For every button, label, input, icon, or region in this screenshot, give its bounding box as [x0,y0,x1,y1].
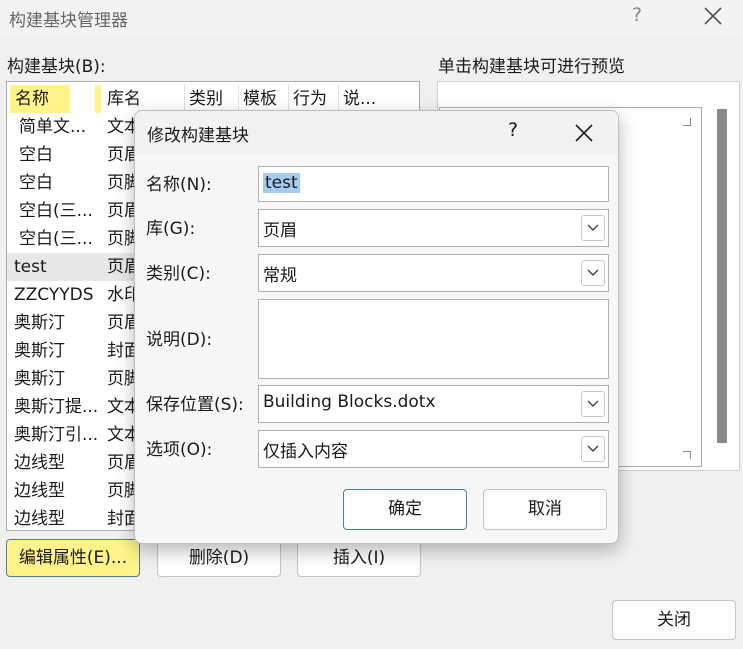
close-button[interactable]: 关闭 [612,600,736,640]
item-name: 边线型 [14,481,65,501]
item-name: 奥斯汀 [14,369,65,389]
item-name: 空白(三... [19,201,93,221]
close-icon[interactable] [573,122,595,144]
item-name: 奥斯汀引... [14,425,99,445]
ok-button[interactable]: 确定 [343,489,467,530]
item-name: ZZCYYDS [14,285,94,305]
item-name: 简单文... [19,117,87,137]
page-corner-mark [683,118,691,126]
close-icon[interactable] [700,3,726,29]
building-blocks-label: 构建基块(B): [7,57,106,77]
item-name: 奥斯汀 [14,341,65,361]
cancel-button[interactable]: 取消 [483,489,607,530]
save-location-select[interactable]: Building Blocks.dotx [258,385,609,423]
chevron-down-icon[interactable] [581,391,605,417]
column-header-name[interactable]: 名称 [10,85,70,113]
item-name: 奥斯汀 [14,313,65,333]
options-label: 选项(O): [146,440,213,460]
main-dialog-title: 构建基块管理器 [9,11,128,31]
chevron-down-icon[interactable] [581,215,605,241]
column-header-description[interactable]: 说... [341,85,377,113]
name-label: 名称(N): [146,175,212,195]
save-location-label: 保存位置(S): [146,395,244,415]
column-header-gallery[interactable]: 库名 [105,85,185,113]
item-name: 空白 [19,145,53,165]
save-location-value: Building Blocks.dotx [263,392,436,412]
gallery-select[interactable]: 页眉 [258,209,609,247]
modify-building-block-dialog: 修改构建基块 ? 名称(N): test 库(G): 页眉 类别(C): 常规 … [134,110,619,544]
modify-dialog-title: 修改构建基块 [147,126,249,146]
category-label: 类别(C): [146,264,211,284]
description-label: 说明(D): [146,330,213,350]
help-button[interactable]: ? [632,4,642,26]
help-button[interactable]: ? [508,119,518,141]
delete-button[interactable]: 删除(D) [157,539,281,577]
preview-label: 单击构建基块可进行预览 [438,57,625,77]
chevron-down-icon[interactable] [581,436,605,462]
item-name: 空白(三... [19,229,93,249]
item-name: 边线型 [14,453,65,473]
column-header-category[interactable]: 类别 [187,85,239,113]
gallery-value: 页眉 [263,221,297,241]
page-corner-mark [683,451,691,459]
options-value: 仅插入内容 [263,442,348,462]
name-input[interactable]: test [258,166,609,202]
column-header-behavior[interactable]: 行为 [291,85,339,113]
chevron-down-icon[interactable] [581,260,605,286]
insert-button[interactable]: 插入(I) [297,539,421,577]
item-name: 奥斯汀提... [14,397,99,417]
item-name: 空白 [19,173,53,193]
edit-properties-button[interactable]: 编辑属性(E)... [6,539,140,577]
options-select[interactable]: 仅插入内容 [258,430,609,468]
name-input-value: test [263,173,300,193]
category-select[interactable]: 常规 [258,254,609,292]
preview-scrollbar[interactable] [717,109,727,443]
column-header-template[interactable]: 模板 [241,85,289,113]
item-name: 边线型 [14,509,65,529]
item-name: test [14,257,47,277]
gallery-label: 库(G): [146,219,196,239]
category-value: 常规 [263,266,297,286]
column-header-divider[interactable] [95,85,101,113]
description-textarea[interactable] [258,299,609,379]
